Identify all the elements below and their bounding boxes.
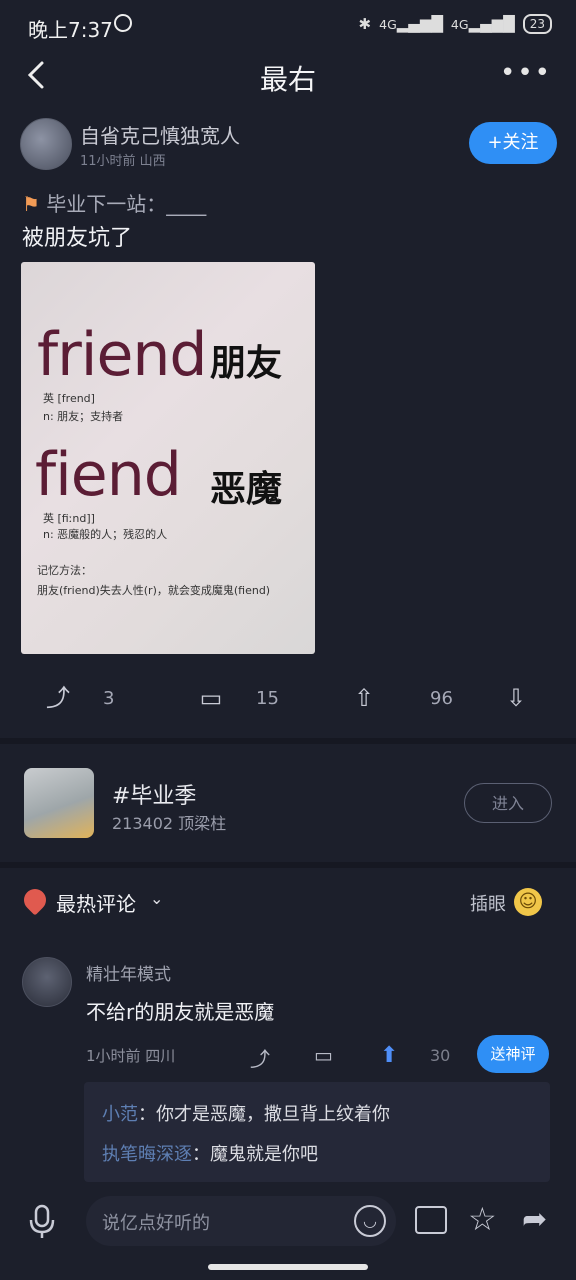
battery-icon: 23 (522, 14, 552, 34)
status-bar: 晚上7:37 ✱ 4G▂▄▆█ 4G▂▄▆█ 23 (0, 0, 576, 52)
share-count: 3 (103, 688, 115, 709)
chevron-down-icon[interactable]: ⌄ (150, 889, 163, 908)
home-indicator[interactable] (208, 1264, 368, 1270)
comment-input-placeholder: 说亿点好听的 (102, 1213, 210, 1234)
comment-input[interactable]: 说亿点好听的 (86, 1196, 396, 1246)
reply-item[interactable]: 执笔晦深逐：魔鬼就是你吧 (102, 1140, 318, 1166)
comment-like-count: 30 (430, 1046, 451, 1065)
comment-count: 15 (256, 688, 279, 709)
comment-text: 不给r的朋友就是恶魔 (86, 1000, 275, 1024)
forward-icon[interactable]: ➦ (522, 1202, 547, 1237)
upvote-icon[interactable]: ⇧ (350, 684, 378, 712)
section-divider (0, 862, 576, 868)
image-word-fiend: fiend (35, 440, 182, 510)
reply-author[interactable]: 小范 (102, 1104, 138, 1125)
like-count: 96 (430, 688, 453, 709)
bluetooth-icon: ✱ (358, 15, 372, 33)
topic-name[interactable]: #毕业季 (112, 778, 196, 810)
image-mnemonic: 朋友(friend)失去人性(r)，就会变成魔鬼(fiend) (37, 584, 271, 597)
comment-icon[interactable]: ▭ (197, 684, 225, 712)
reply-icon[interactable]: ▭ (314, 1043, 333, 1067)
image-pron-friend: 英 [frend] (43, 392, 95, 405)
reply-text: ：你才是恶魔，撒旦背上纹着你 (138, 1104, 390, 1125)
reply-item[interactable]: 小范：你才是恶魔，撒旦背上纹着你 (102, 1100, 390, 1126)
downvote-icon[interactable]: ⇩ (502, 684, 530, 712)
hot-comments-title[interactable]: 最热评论 (56, 888, 136, 917)
signal-icon: 4G▂▄▆█ (379, 15, 443, 33)
image-def-friend: n: 朋友；支持者 (43, 410, 124, 423)
commenter-name[interactable]: 精壮年模式 (86, 960, 171, 985)
star-icon[interactable]: ☆ (468, 1200, 497, 1238)
back-icon[interactable] (22, 58, 52, 92)
reply-text: ：魔鬼就是你吧 (192, 1144, 318, 1165)
commenter-avatar[interactable] (22, 957, 72, 1007)
page-title: 最右 (259, 63, 316, 96)
post-image[interactable]: friend 朋友 英 [frend] n: 朋友；支持者 fiend 恶魔 英… (21, 262, 315, 654)
section-divider (0, 738, 576, 744)
image-mnemonic-title: 记忆方法： (37, 564, 92, 577)
author-name[interactable]: 自省克己慎独宽人 (80, 120, 240, 149)
post-text: 被朋友坑了 (22, 226, 133, 251)
image-icon[interactable] (415, 1206, 447, 1234)
follow-button[interactable]: +关注 (469, 122, 557, 164)
image-cn-fiend: 恶魔 (210, 469, 283, 510)
status-time: 晚上7:37 (28, 18, 113, 42)
topic-tag-label: 毕业下一站：____ (46, 192, 207, 216)
smiley-icon[interactable]: ☺ (514, 888, 542, 916)
microphone-icon[interactable] (28, 1204, 56, 1240)
author-avatar[interactable] (20, 118, 72, 170)
post-meta: 11小时前 山西 (80, 154, 166, 169)
image-def-fiend: n: 恶魔般的人；残忍的人 (43, 528, 168, 541)
comment-meta: 1小时前 四川 (86, 1047, 176, 1065)
share-icon[interactable]: ⤴ (44, 684, 72, 712)
reply-author[interactable]: 执笔晦深逐 (102, 1144, 192, 1165)
enter-topic-button[interactable]: 进入 (464, 783, 552, 823)
topic-tag[interactable]: ⚑ 毕业下一站：____ (22, 188, 206, 217)
more-icon[interactable]: ••• (500, 58, 552, 88)
emoji-icon[interactable]: ◡ (354, 1205, 386, 1237)
flag-icon: ⚑ (22, 192, 40, 216)
reward-comment-button[interactable]: 送神评 (477, 1035, 549, 1073)
alarm-icon (114, 14, 132, 32)
image-pron-fiend: 英 [fiːnd]] (43, 512, 95, 525)
topic-stats: 213402 顶梁柱 (112, 814, 227, 833)
status-icons: ✱ 4G▂▄▆█ 4G▂▄▆█ 23 (359, 14, 552, 34)
comment-upvote-icon[interactable]: ⬆ (380, 1043, 398, 1068)
butt-in-label[interactable]: 插眼 (470, 890, 506, 916)
fire-icon (19, 884, 51, 916)
comment-share-icon[interactable]: ⤴ (250, 1043, 270, 1072)
image-word-friend: friend (37, 320, 207, 390)
signal-icon-2: 4G▂▄▆█ (450, 15, 515, 33)
image-cn-friend: 朋友 (210, 343, 283, 384)
reply-list: 小范：你才是恶魔，撒旦背上纹着你 执笔晦深逐：魔鬼就是你吧 (84, 1082, 550, 1182)
topic-thumbnail[interactable] (24, 768, 94, 838)
